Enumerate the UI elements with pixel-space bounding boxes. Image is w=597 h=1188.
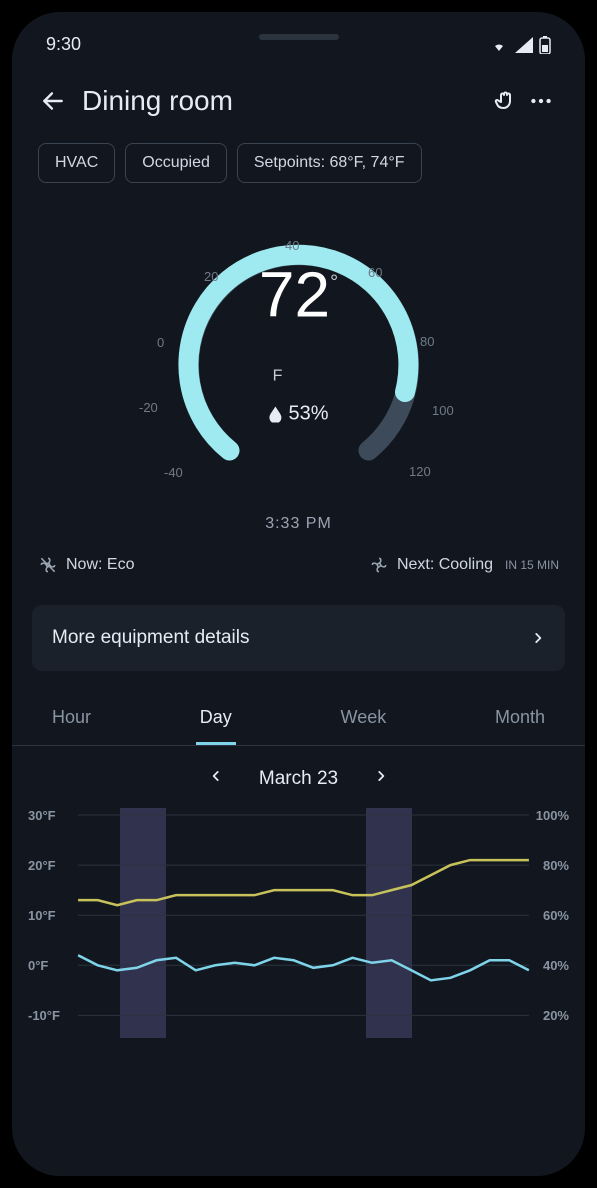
gauge-tick: 20 <box>204 269 218 284</box>
temperature-gauge: 72° F 53% -40 -20 0 20 40 60 80 100 120 <box>12 211 585 521</box>
history-chart[interactable]: 30°F 20°F 10°F 0°F -10°F 100% 80% 60% 40… <box>28 808 569 1038</box>
date-label: March 23 <box>259 768 338 790</box>
temperature-value: 72° F <box>259 263 338 391</box>
wifi-icon <box>489 37 509 53</box>
details-label: More equipment details <box>52 627 250 649</box>
more-equipment-details[interactable]: More equipment details <box>32 605 565 671</box>
arrow-left-icon <box>40 88 66 114</box>
chevron-right-icon <box>374 768 388 784</box>
status-icons <box>489 36 551 54</box>
tab-hour[interactable]: Hour <box>48 707 95 745</box>
hand-icon <box>493 89 517 113</box>
more-menu-button[interactable] <box>523 83 559 119</box>
fan-icon <box>369 555 389 575</box>
mode-now: Now: Eco <box>38 555 134 575</box>
tab-day[interactable]: Day <box>196 707 236 745</box>
back-button[interactable] <box>38 86 68 116</box>
chip-setpoints[interactable]: Setpoints: 68°F, 74°F <box>237 143 422 183</box>
chip-hvac[interactable]: HVAC <box>38 143 115 183</box>
gauge-tick: -20 <box>139 400 158 415</box>
chart-series-humidity <box>78 955 529 980</box>
chart-series-temperature <box>78 860 529 905</box>
page-title: Dining room <box>82 85 487 117</box>
gauge-tick: 80 <box>420 334 434 349</box>
battery-icon <box>539 36 551 54</box>
more-horizontal-icon <box>528 88 554 114</box>
chip-occupied[interactable]: Occupied <box>125 143 227 183</box>
gauge-tick: 60 <box>368 265 382 280</box>
gauge-tick: -40 <box>164 465 183 480</box>
tab-week[interactable]: Week <box>337 707 391 745</box>
chevron-right-icon <box>531 631 545 645</box>
date-prev-button[interactable] <box>209 768 223 790</box>
humidity-value: 53% <box>259 403 338 426</box>
tab-month[interactable]: Month <box>491 707 549 745</box>
date-next-button[interactable] <box>374 768 388 790</box>
signal-icon <box>515 37 533 53</box>
gauge-tick: 0 <box>157 335 164 350</box>
gauge-tick: 40 <box>285 238 299 253</box>
status-time: 9:30 <box>46 34 81 55</box>
manual-mode-button[interactable] <box>487 83 523 119</box>
mode-next: Next: Cooling IN 15 MIN <box>369 555 559 575</box>
chevron-left-icon <box>209 768 223 784</box>
fan-off-icon <box>38 555 58 575</box>
droplet-icon <box>268 406 282 422</box>
gauge-tick: 120 <box>409 464 431 479</box>
gauge-tick: 100 <box>432 403 454 418</box>
